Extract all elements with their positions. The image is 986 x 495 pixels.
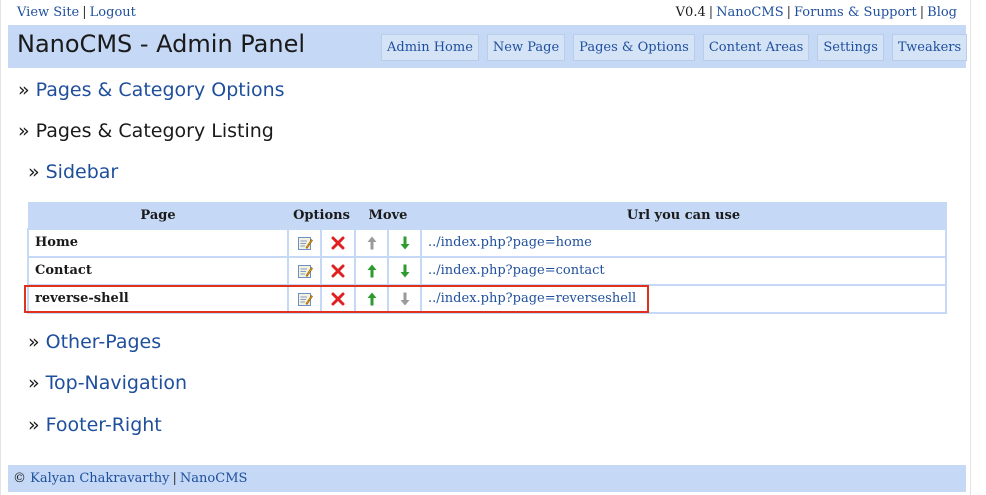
raquo: » bbox=[18, 120, 30, 142]
arrow-down-icon bbox=[397, 291, 413, 307]
nav-new-page[interactable]: New Page bbox=[486, 34, 566, 61]
footer: © Kalyan Chakravarthy | NanoCMS bbox=[8, 465, 966, 492]
arrow-up-icon[interactable] bbox=[364, 291, 380, 307]
pages-table: Page Options Move Url you can use Home..… bbox=[27, 202, 947, 314]
move-up-cell bbox=[354, 255, 389, 286]
other-pages-section: » Other-Pages bbox=[28, 331, 161, 353]
separator: | bbox=[919, 5, 925, 20]
header: NanoCMS - Admin Panel Admin Home New Pag… bbox=[8, 25, 968, 68]
page-url[interactable]: ../index.php?page=home bbox=[420, 227, 947, 258]
separator: | bbox=[172, 471, 177, 486]
col-options-header: Options bbox=[287, 202, 356, 229]
nav-pages-options[interactable]: Pages & Options bbox=[573, 34, 695, 61]
delete-icon[interactable] bbox=[330, 263, 346, 279]
nav-settings[interactable]: Settings bbox=[817, 34, 884, 61]
arrow-up-icon[interactable] bbox=[364, 263, 380, 279]
top-bar-left: View Site | Logout bbox=[17, 0, 136, 25]
page-url[interactable]: ../index.php?page=reverseshell bbox=[420, 283, 947, 314]
col-move-header: Move bbox=[354, 202, 422, 229]
page-name: reverse-shell bbox=[27, 283, 289, 314]
edit-icon[interactable] bbox=[297, 263, 313, 279]
author-link[interactable]: Kalyan Chakravarthy bbox=[30, 471, 169, 486]
arrow-down-icon[interactable] bbox=[397, 235, 413, 251]
delete-cell bbox=[320, 255, 356, 286]
page-name: Contact bbox=[27, 255, 289, 286]
delete-icon[interactable] bbox=[330, 235, 346, 251]
blog-link[interactable]: Blog bbox=[927, 5, 957, 20]
pages-category-listing-heading: » Pages & Category Listing bbox=[18, 120, 274, 142]
col-page-header: Page bbox=[27, 202, 289, 229]
main-nav: Admin Home New Page Pages & Options Cont… bbox=[381, 34, 975, 61]
separator: | bbox=[786, 5, 791, 20]
footer-nanocms-link[interactable]: NanoCMS bbox=[180, 471, 248, 486]
version-text: V0.4 bbox=[675, 5, 706, 20]
nav-tweakers[interactable]: Tweakers bbox=[891, 34, 968, 61]
delete-icon[interactable] bbox=[330, 291, 346, 307]
footer-right-section: » Footer-Right bbox=[28, 414, 162, 436]
listing-heading-text: Pages & Category Listing bbox=[35, 120, 274, 142]
edit-cell bbox=[287, 283, 322, 314]
top-navigation-section: » Top-Navigation bbox=[28, 372, 187, 394]
move-down-cell bbox=[387, 283, 422, 314]
edit-cell bbox=[287, 255, 322, 286]
delete-cell bbox=[320, 227, 356, 258]
view-site-link[interactable]: View Site bbox=[17, 5, 79, 20]
move-up-cell bbox=[354, 283, 389, 314]
arrow-up-icon bbox=[364, 235, 380, 251]
col-url-header: Url you can use bbox=[420, 202, 947, 229]
table-row: Contact ../index.php?page=contact bbox=[27, 255, 947, 286]
raquo: » bbox=[28, 414, 40, 436]
edit-icon[interactable] bbox=[297, 291, 313, 307]
edit-cell bbox=[287, 227, 322, 258]
page-url[interactable]: ../index.php?page=contact bbox=[420, 255, 947, 286]
other-pages-link[interactable]: Other-Pages bbox=[46, 331, 161, 353]
copyright-symbol: © bbox=[13, 471, 26, 486]
arrow-down-icon[interactable] bbox=[397, 263, 413, 279]
move-up-cell bbox=[354, 227, 389, 258]
separator: | bbox=[708, 5, 714, 20]
delete-cell bbox=[320, 283, 356, 314]
move-down-cell bbox=[387, 227, 422, 258]
forums-support-link[interactable]: Forums & Support bbox=[794, 5, 917, 20]
separator: | bbox=[82, 5, 87, 20]
pages-category-options-link[interactable]: Pages & Category Options bbox=[36, 79, 285, 101]
raquo: » bbox=[28, 372, 40, 394]
page-name: Home bbox=[27, 227, 289, 258]
sidebar-link[interactable]: Sidebar bbox=[46, 161, 119, 183]
raquo: » bbox=[28, 331, 40, 353]
raquo: » bbox=[28, 161, 40, 183]
table-header-row: Page Options Move Url you can use bbox=[27, 202, 947, 229]
nav-content-areas[interactable]: Content Areas bbox=[702, 34, 810, 61]
top-bar-right: V0.4 | NanoCMS | Forums & Support | Blog bbox=[676, 0, 957, 25]
sidebar-section: » Sidebar bbox=[28, 161, 118, 183]
table-row: reverse-shell ../index.php?page=reversesh… bbox=[27, 283, 947, 314]
raquo: » bbox=[18, 79, 30, 101]
logout-link[interactable]: Logout bbox=[90, 5, 136, 20]
page-title: NanoCMS - Admin Panel bbox=[17, 30, 306, 58]
top-bar: View Site | Logout V0.4 | NanoCMS | Forums & S… bbox=[8, 0, 966, 25]
nav-admin-home[interactable]: Admin Home bbox=[381, 34, 479, 61]
table-row: Home ../index.php?page=home bbox=[27, 227, 947, 258]
nanocms-link[interactable]: NanoCMS bbox=[716, 5, 784, 20]
pages-category-options-section: » Pages & Category Options bbox=[18, 79, 285, 101]
edit-icon[interactable] bbox=[297, 235, 313, 251]
footer-right-link[interactable]: Footer-Right bbox=[46, 414, 162, 436]
move-down-cell bbox=[387, 255, 422, 286]
top-navigation-link[interactable]: Top-Navigation bbox=[46, 372, 187, 394]
